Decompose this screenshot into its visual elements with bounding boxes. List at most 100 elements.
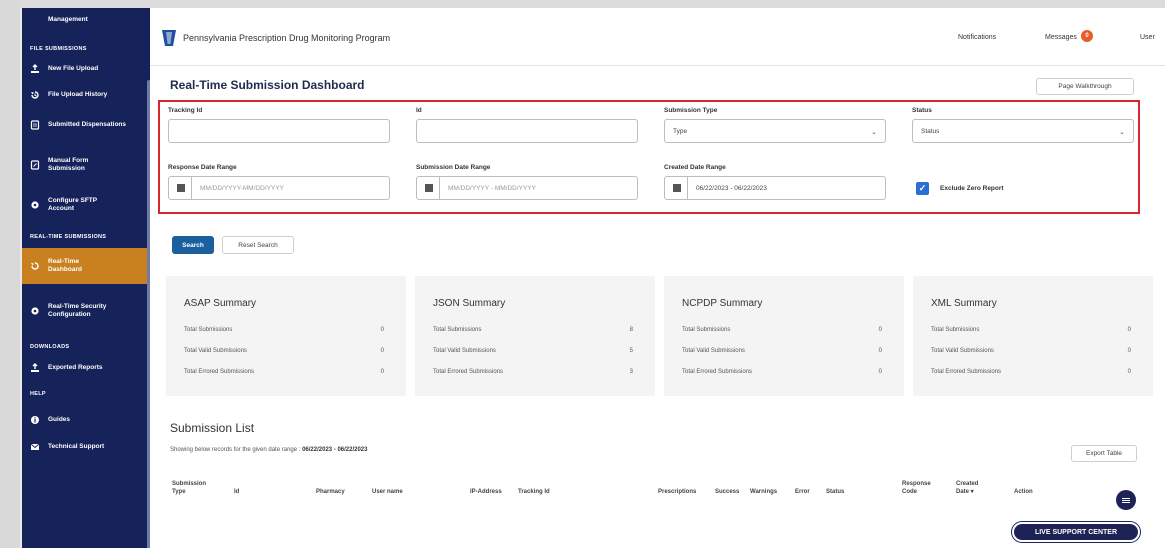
sidebar-heading-file-submissions: FILE SUBMISSIONS (30, 46, 87, 52)
summary-row: Total Submissions 8 (433, 327, 633, 333)
menu-fab-button[interactable] (1116, 490, 1136, 510)
gear-icon (30, 306, 40, 316)
sidebar-item-label: Manual Form Submission (48, 157, 89, 172)
history-icon (30, 90, 40, 100)
tracking-id-input[interactable] (168, 119, 390, 143)
column-header[interactable]: Warnings (750, 488, 777, 496)
summary-row: Total Valid Submissions 0 (184, 348, 384, 354)
sidebar-item-label: Technical Support (48, 443, 105, 450)
document-icon (30, 120, 40, 130)
status-select[interactable]: Status ⌄ (912, 119, 1134, 143)
sidebar-item-label: Guides (48, 416, 71, 423)
card-title: JSON Summary (433, 298, 506, 309)
sidebar-item-exported-reports[interactable]: Exported Reports (22, 361, 150, 375)
keystone-logo-icon (160, 28, 178, 48)
user-menu[interactable]: User (1140, 34, 1155, 41)
window-left-edge (0, 0, 20, 548)
window-top-edge (0, 0, 1165, 8)
sidebar-item-label: Real-Time Security Configuration (48, 303, 107, 318)
summary-row: Total Submissions 0 (931, 327, 1131, 333)
card-title: XML Summary (931, 298, 997, 309)
chevron-down-icon: ⌄ (1119, 129, 1125, 136)
card-title: NCPDP Summary (682, 298, 763, 309)
submission-list-title: Submission List (170, 421, 255, 435)
sidebar-item-technical-support[interactable]: Technical Support (22, 440, 150, 454)
calendar-icon[interactable] (177, 184, 185, 192)
column-header[interactable]: Tracking Id (518, 488, 550, 496)
column-header[interactable]: Success (715, 488, 739, 496)
column-header[interactable]: User name (372, 488, 403, 496)
column-header[interactable]: Prescriptions (658, 488, 696, 496)
messages-link[interactable]: Messages (1045, 34, 1077, 41)
reset-search-button[interactable]: Reset Search (222, 236, 294, 254)
sidebar-item-real-time-security-configuration[interactable]: Real-Time Security Configuration (22, 298, 150, 324)
column-header[interactable]: Created Date ▾ (956, 480, 988, 496)
summary-row: Total Submissions 0 (184, 327, 384, 333)
filter-panel: Tracking Id Id Submission Type Type ⌄ St… (158, 100, 1140, 214)
id-input[interactable] (416, 119, 638, 143)
calendar-icon[interactable] (673, 184, 681, 192)
sidebar-item-label: Management (48, 16, 88, 23)
calendar-icon[interactable] (425, 184, 433, 192)
column-header[interactable]: Error (795, 488, 810, 496)
column-header[interactable]: Id (234, 488, 239, 496)
sidebar-item-new-file-upload[interactable]: New File Upload (22, 62, 150, 76)
xml-summary-card: XML Summary Total Submissions 0 Total Val… (913, 276, 1153, 396)
column-header[interactable]: Pharmacy (316, 488, 345, 496)
tracking-id-label: Tracking Id (168, 107, 203, 114)
exclude-zero-checkbox[interactable]: ✓ (916, 182, 929, 195)
summary-row: Total Valid Submissions 0 (931, 348, 1131, 354)
column-header[interactable]: Action (1014, 488, 1033, 496)
column-header[interactable]: Response Code (902, 480, 936, 496)
sidebar-item-configure-sftp-account[interactable]: Configure SFTP Account (22, 192, 150, 218)
status-label: Status (912, 107, 932, 114)
column-header[interactable]: IP-Address (470, 488, 502, 496)
column-header[interactable]: Submission Type (172, 480, 212, 496)
summary-row: Total Valid Submissions 0 (682, 348, 882, 354)
gear-icon (30, 200, 40, 210)
created-date-input[interactable]: 06/22/2023 - 06/22/2023 (664, 176, 886, 200)
response-date-label: Response Date Range (168, 164, 237, 171)
created-date-value: 06/22/2023 - 06/22/2023 (696, 184, 767, 192)
sidebar-item-label: File Upload History (48, 91, 108, 98)
notifications-link[interactable]: Notifications (958, 34, 996, 41)
column-header[interactable]: Status (826, 488, 844, 496)
ncpdp-summary-card: NCPDP Summary Total Submissions 0 Total V… (664, 276, 904, 396)
sidebar-item-file-upload-history[interactable]: File Upload History (22, 88, 150, 102)
json-summary-card: JSON Summary Total Submissions 8 Total Va… (415, 276, 655, 396)
sidebar-item-management[interactable]: Management (22, 12, 150, 28)
sidebar-item-manual-form-submission[interactable]: Manual Form Submission (22, 152, 150, 178)
sidebar-item-submitted-dispensations[interactable]: Submitted Dispensations (22, 112, 150, 138)
created-date-label: Created Date Range (664, 164, 726, 171)
summary-row: Total Submissions 0 (682, 327, 882, 333)
page-title: Real-Time Submission Dashboard (170, 78, 365, 92)
upload-icon (30, 363, 40, 373)
submission-type-select[interactable]: Type ⌄ (664, 119, 886, 143)
submission-date-placeholder: MM/DD/YYYY - MM/DD/YYYY (448, 184, 537, 192)
sidebar-heading-real-time-submissions: REAL-TIME SUBMISSIONS (30, 234, 107, 240)
exclude-zero-label: Exclude Zero Report (940, 185, 1004, 192)
page-walkthrough-button[interactable]: Page Walkthrough (1036, 78, 1134, 95)
sidebar: Management FILE SUBMISSIONS New File Upl… (22, 8, 150, 548)
sidebar-item-guides[interactable]: Guides (22, 413, 150, 427)
divider (439, 177, 440, 199)
asap-summary-card: ASAP Summary Total Submissions 0 Total Va… (166, 276, 406, 396)
live-support-center-button[interactable]: LIVE SUPPORT CENTER (1012, 522, 1140, 542)
export-table-button[interactable]: Export Table (1071, 445, 1137, 462)
history-icon (30, 261, 40, 271)
submission-date-label: Submission Date Range (416, 164, 491, 171)
submission-type-value: Type (673, 127, 688, 135)
messages-badge: 0 (1081, 30, 1093, 42)
summary-row: Total Valid Submissions 5 (433, 348, 633, 354)
submission-date-input[interactable]: MM/DD/YYYY - MM/DD/YYYY (416, 176, 638, 200)
upload-icon (30, 64, 40, 74)
sidebar-item-real-time-dashboard[interactable]: Real-Time Dashboard (22, 248, 150, 284)
response-date-input[interactable]: MM/DD/YYYY-MM/DD/YYYY (168, 176, 390, 200)
hamburger-icon (1122, 499, 1130, 501)
search-button[interactable]: Search (172, 236, 214, 254)
mail-icon (30, 442, 40, 452)
divider (191, 177, 192, 199)
top-header: Pennsylvania Prescription Drug Monitorin… (150, 8, 1165, 66)
app-title: Pennsylvania Prescription Drug Monitorin… (183, 33, 391, 43)
response-date-placeholder: MM/DD/YYYY-MM/DD/YYYY (200, 184, 284, 192)
